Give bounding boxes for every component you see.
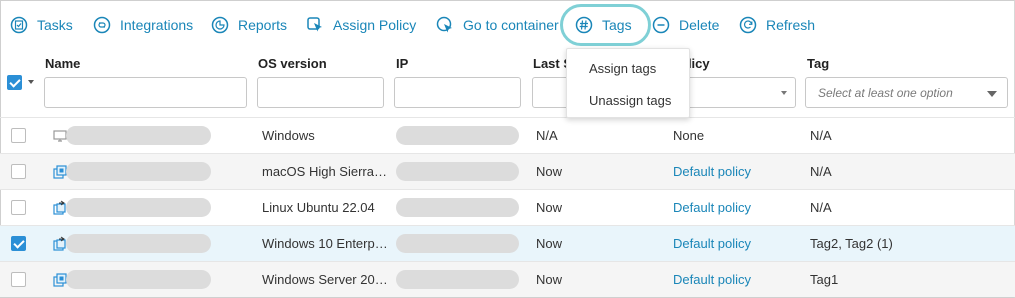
- row-checkbox[interactable]: [11, 128, 26, 143]
- table-row[interactable]: Windows N/A None N/A: [0, 117, 1015, 153]
- last-seen-cell: Now: [536, 272, 563, 287]
- last-seen-cell: Now: [536, 200, 563, 215]
- integrations-label: Integrations: [120, 17, 194, 33]
- tags-dropdown-menu: Assign tags Unassign tags: [566, 48, 690, 118]
- device-name-redacted: [66, 162, 211, 181]
- os-cell: Windows Server 201…: [262, 272, 390, 287]
- policy-cell: None: [673, 128, 705, 143]
- reports-button[interactable]: Reports: [211, 14, 287, 36]
- chevron-down-icon: [987, 91, 997, 97]
- os-cell: Windows: [262, 128, 315, 143]
- tag-cell: N/A: [810, 200, 832, 215]
- table-row[interactable]: Linux Ubuntu 22.04 Now Default policy N/…: [0, 189, 1015, 225]
- policy-link[interactable]: Default policy: [673, 164, 751, 179]
- select-menu-caret-icon[interactable]: [28, 80, 34, 84]
- minus-circle-icon: [652, 16, 670, 34]
- ip-redacted: [396, 270, 519, 289]
- toolbar: Tasks Integrations Reports Assign Policy…: [0, 0, 1015, 50]
- table-row[interactable]: macOS High Sierra 1… Now Default policy …: [0, 153, 1015, 189]
- device-name-redacted: [66, 126, 211, 145]
- policy-link[interactable]: Default policy: [673, 200, 751, 215]
- tag-cell: N/A: [810, 164, 832, 179]
- tasks-label: Tasks: [37, 17, 73, 33]
- delete-label: Delete: [679, 17, 720, 33]
- policy-filter-caret-icon: [781, 91, 787, 95]
- go-to-container-icon: [436, 16, 454, 34]
- os-cell: Linux Ubuntu 22.04: [262, 200, 375, 215]
- ip-redacted: [396, 198, 519, 217]
- unassign-tags-menu-item[interactable]: Unassign tags: [567, 86, 691, 116]
- last-seen-cell: N/A: [536, 128, 558, 143]
- ip-redacted: [396, 162, 519, 181]
- assign-policy-icon: [306, 16, 324, 34]
- integrations-button[interactable]: Integrations: [93, 14, 193, 36]
- last-seen-cell: Now: [536, 236, 563, 251]
- tag-filter-placeholder: Select at least one option: [818, 86, 953, 100]
- row-checkbox[interactable]: [11, 236, 26, 251]
- ip-redacted: [396, 126, 519, 145]
- row-checkbox[interactable]: [11, 200, 26, 215]
- os-cell: Windows 10 Enterprise: [262, 236, 390, 251]
- tag-cell: Tag2, Tag2 (1): [810, 236, 893, 251]
- integrations-icon: [93, 16, 111, 34]
- column-header-tag[interactable]: Tag: [807, 56, 829, 71]
- refresh-button[interactable]: Refresh: [739, 14, 815, 36]
- tag-cell: Tag1: [810, 272, 839, 287]
- table-row[interactable]: Windows 10 Enterprise Now Default policy…: [0, 225, 1015, 261]
- tag-filter-select[interactable]: Select at least one option: [805, 77, 1008, 108]
- os-filter-input[interactable]: [257, 77, 384, 108]
- row-checkbox[interactable]: [11, 272, 26, 287]
- assign-policy-label: Assign Policy: [333, 17, 417, 33]
- go-to-container-button[interactable]: Go to container: [436, 14, 559, 36]
- go-to-container-label: Go to container: [463, 17, 559, 33]
- last-seen-cell: Now: [536, 164, 563, 179]
- name-filter-input[interactable]: [44, 77, 247, 108]
- tags-button[interactable]: Tags: [575, 14, 632, 36]
- reports-label: Reports: [238, 17, 288, 33]
- column-header-ip[interactable]: IP: [396, 56, 408, 71]
- tags-label: Tags: [602, 17, 632, 33]
- tag-cell: N/A: [810, 128, 832, 143]
- ip-filter-input[interactable]: [394, 77, 521, 108]
- select-all-checkbox[interactable]: [7, 75, 22, 90]
- policy-link[interactable]: Default policy: [673, 236, 751, 251]
- table-row[interactable]: Windows Server 201… Now Default policy T…: [0, 261, 1015, 297]
- column-header-os[interactable]: OS version: [258, 56, 327, 71]
- assign-policy-button[interactable]: Assign Policy: [306, 14, 416, 36]
- table-header: Name OS version IP Last S olicy Tag Sele…: [0, 50, 1015, 116]
- device-name-redacted: [66, 270, 211, 289]
- delete-button[interactable]: Delete: [652, 14, 719, 36]
- policy-link[interactable]: Default policy: [673, 272, 751, 287]
- tasks-button[interactable]: Tasks: [10, 14, 73, 36]
- ip-redacted: [396, 234, 519, 253]
- refresh-label: Refresh: [766, 17, 816, 33]
- refresh-icon: [739, 16, 757, 34]
- row-checkbox[interactable]: [11, 164, 26, 179]
- os-cell: macOS High Sierra 1…: [262, 164, 390, 179]
- reports-icon: [211, 16, 229, 34]
- device-name-redacted: [66, 198, 211, 217]
- tasks-icon: [10, 16, 28, 34]
- device-name-redacted: [66, 234, 211, 253]
- assign-tags-menu-item[interactable]: Assign tags: [567, 54, 691, 84]
- hash-icon: [575, 16, 593, 34]
- column-header-name[interactable]: Name: [45, 56, 80, 71]
